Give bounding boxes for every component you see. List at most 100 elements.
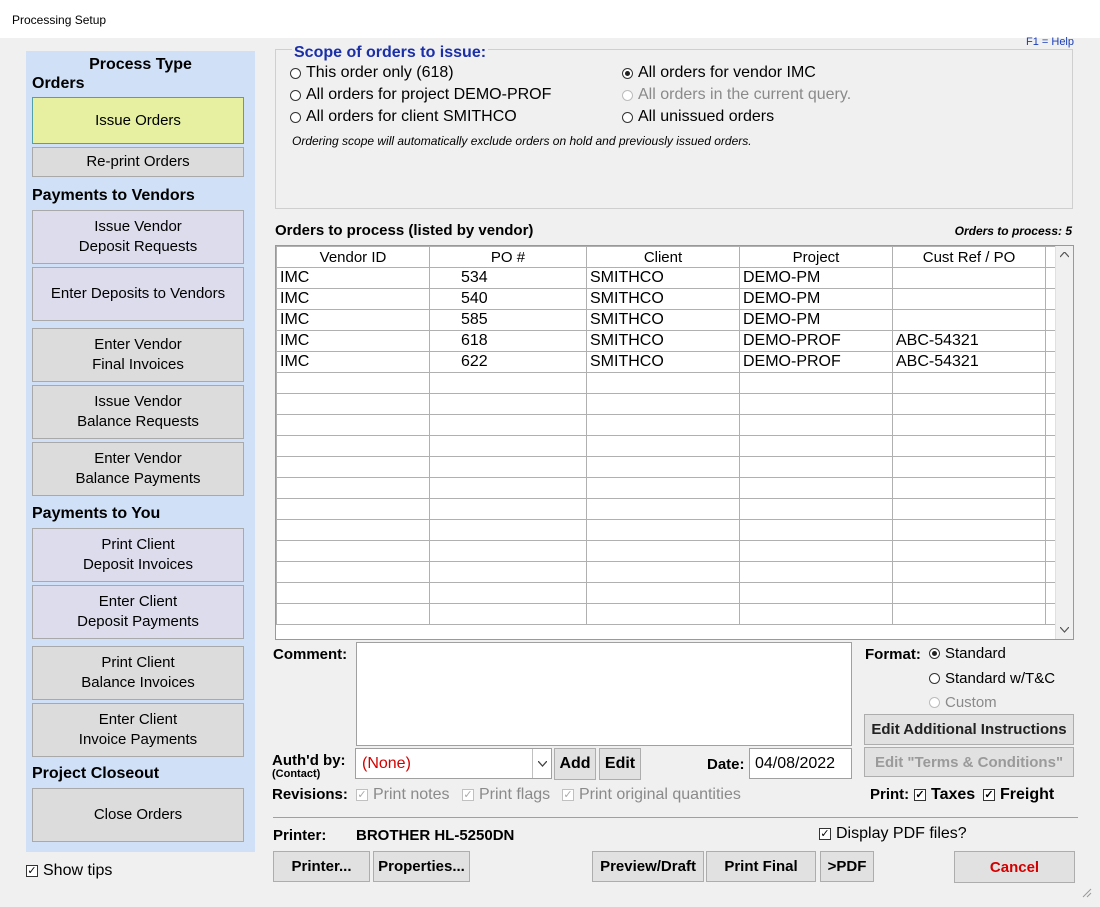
table-cell[interactable] [586, 393, 740, 415]
table-cell[interactable] [586, 414, 740, 436]
table-cell[interactable]: DEMO-PM [739, 309, 893, 331]
col-vendor-id[interactable]: Vendor ID [276, 246, 430, 268]
table-cell[interactable]: ABC-54321 [892, 351, 1046, 373]
table-cell[interactable] [739, 393, 893, 415]
print-client-balance-button[interactable]: Print Client Balance Invoices [32, 646, 244, 700]
radio-this-order[interactable]: This order only (618) [290, 64, 454, 82]
table-cell[interactable]: DEMO-PM [739, 267, 893, 289]
col-po[interactable]: PO # [429, 246, 587, 268]
radio-project[interactable]: All orders for project DEMO-PROF [290, 86, 551, 104]
enter-client-deposit-button[interactable]: Enter Client Deposit Payments [32, 585, 244, 639]
table-cell[interactable] [586, 561, 740, 583]
table-cell[interactable]: 622 [429, 351, 587, 373]
table-cell[interactable] [429, 582, 587, 604]
table-cell[interactable]: DEMO-PM [739, 288, 893, 310]
table-cell[interactable]: IMC [276, 309, 430, 331]
table-cell[interactable] [586, 519, 740, 541]
table-cell[interactable] [892, 267, 1046, 289]
table-cell[interactable]: IMC [276, 288, 430, 310]
col-cust-ref[interactable]: Cust Ref / PO [892, 246, 1046, 268]
table-cell[interactable] [276, 582, 430, 604]
table-cell[interactable] [892, 372, 1046, 394]
empty-row[interactable] [276, 435, 1060, 457]
print-client-deposit-button[interactable]: Print Client Deposit Invoices [32, 528, 244, 582]
grid-scrollbar[interactable] [1055, 246, 1073, 639]
empty-row[interactable] [276, 498, 1060, 520]
table-cell[interactable] [276, 540, 430, 562]
empty-row[interactable] [276, 519, 1060, 541]
radio-client[interactable]: All orders for client SMITHCO [290, 108, 517, 126]
table-cell[interactable] [892, 309, 1046, 331]
cancel-button[interactable]: Cancel [954, 851, 1075, 883]
date-field[interactable]: 04/08/2022 [749, 748, 852, 779]
col-client[interactable]: Client [586, 246, 740, 268]
table-cell[interactable] [586, 456, 740, 478]
table-cell[interactable] [276, 498, 430, 520]
preview-draft-button[interactable]: Preview/Draft [592, 851, 704, 882]
issue-vendor-balance-button[interactable]: Issue Vendor Balance Requests [32, 385, 244, 439]
table-cell[interactable]: SMITHCO [586, 267, 740, 289]
edit-instructions-button[interactable]: Edit Additional Instructions [864, 714, 1074, 745]
table-cell[interactable] [586, 477, 740, 499]
table-cell[interactable] [892, 498, 1046, 520]
col-project[interactable]: Project [739, 246, 893, 268]
issue-vendor-deposit-button[interactable]: Issue Vendor Deposit Requests [32, 210, 244, 264]
table-cell[interactable]: DEMO-PROF [739, 351, 893, 373]
table-cell[interactable]: 585 [429, 309, 587, 331]
table-cell[interactable]: DEMO-PROF [739, 330, 893, 352]
table-cell[interactable] [276, 456, 430, 478]
issue-orders-button[interactable]: Issue Orders [32, 97, 244, 144]
empty-row[interactable] [276, 456, 1060, 478]
radio-vendor[interactable]: All orders for vendor IMC [622, 64, 816, 82]
scroll-down-icon[interactable] [1060, 627, 1069, 633]
table-cell[interactable] [276, 372, 430, 394]
edit-contact-button[interactable]: Edit [599, 748, 641, 780]
table-cell[interactable] [429, 477, 587, 499]
table-cell[interactable] [429, 435, 587, 457]
table-cell[interactable] [739, 477, 893, 499]
table-cell[interactable]: 540 [429, 288, 587, 310]
table-cell[interactable] [586, 498, 740, 520]
table-cell[interactable] [429, 603, 587, 625]
table-cell[interactable]: 618 [429, 330, 587, 352]
table-cell[interactable] [586, 435, 740, 457]
add-contact-button[interactable]: Add [554, 748, 596, 780]
table-cell[interactable]: 534 [429, 267, 587, 289]
table-cell[interactable] [429, 498, 587, 520]
table-cell[interactable] [429, 540, 587, 562]
table-cell[interactable] [429, 519, 587, 541]
table-cell[interactable] [276, 435, 430, 457]
table-row[interactable]: IMC 534 SMITHCO DEMO-PM [276, 267, 1060, 289]
table-cell[interactable] [739, 372, 893, 394]
orders-grid[interactable]: Vendor ID PO # Client Project Cust Ref /… [275, 245, 1074, 640]
table-cell[interactable] [739, 456, 893, 478]
empty-row[interactable] [276, 477, 1060, 499]
empty-row[interactable] [276, 393, 1060, 415]
table-cell[interactable] [276, 519, 430, 541]
table-cell[interactable] [892, 414, 1046, 436]
table-cell[interactable] [739, 498, 893, 520]
format-standard-radio[interactable]: Standard [929, 645, 1006, 662]
table-cell[interactable]: IMC [276, 330, 430, 352]
format-standard-tc-radio[interactable]: Standard w/T&C [929, 670, 1055, 687]
pdf-button[interactable]: >PDF [820, 851, 874, 882]
table-cell[interactable] [586, 372, 740, 394]
empty-row[interactable] [276, 540, 1060, 562]
table-cell[interactable] [892, 582, 1046, 604]
table-cell[interactable] [276, 477, 430, 499]
printer-button[interactable]: Printer... [273, 851, 370, 882]
table-cell[interactable] [892, 288, 1046, 310]
table-cell[interactable] [429, 393, 587, 415]
taxes-checkbox[interactable]: ✓ Taxes [914, 786, 975, 804]
chevron-down-icon[interactable] [532, 749, 551, 778]
table-cell[interactable]: SMITHCO [586, 330, 740, 352]
table-cell[interactable]: SMITHCO [586, 288, 740, 310]
table-cell[interactable] [892, 540, 1046, 562]
empty-row[interactable] [276, 372, 1060, 394]
table-cell[interactable] [739, 561, 893, 583]
enter-vendor-final-button[interactable]: Enter Vendor Final Invoices [32, 328, 244, 382]
table-cell[interactable]: SMITHCO [586, 309, 740, 331]
table-cell[interactable] [429, 456, 587, 478]
table-cell[interactable]: IMC [276, 351, 430, 373]
table-cell[interactable] [739, 582, 893, 604]
